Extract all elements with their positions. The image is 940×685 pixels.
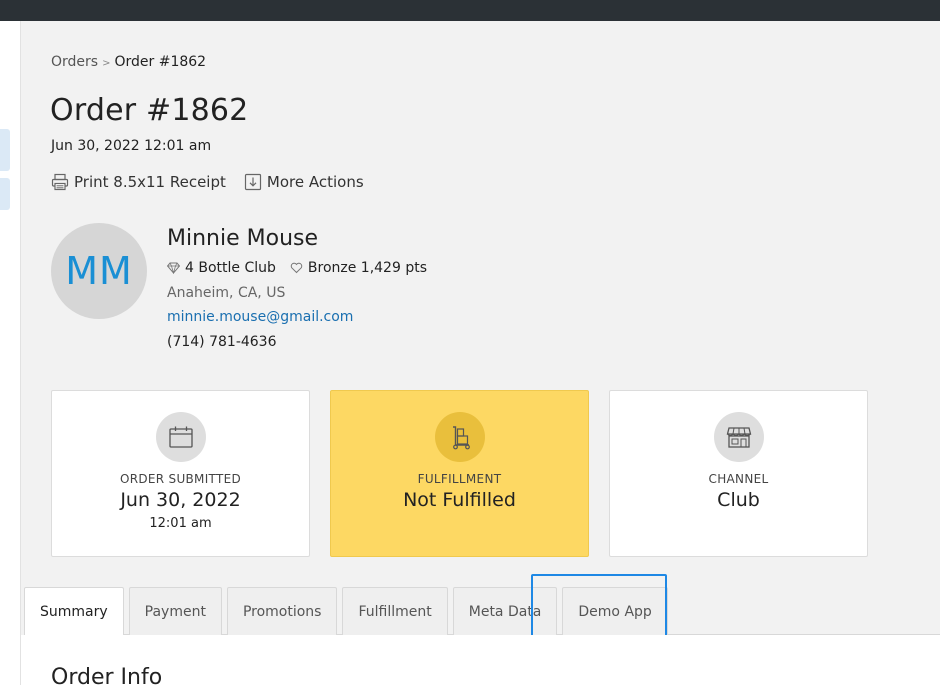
tab-payment[interactable]: Payment	[128, 587, 222, 635]
channel-card: CHANNEL Club	[609, 390, 868, 557]
fulfillment-label: FULFILLMENT	[417, 472, 502, 486]
fulfillment-status: Not Fulfilled	[403, 489, 516, 511]
calendar-icon	[168, 426, 193, 448]
channel-value: Club	[717, 489, 760, 511]
tab-summary[interactable]: Summary	[24, 587, 124, 636]
tab-content-panel: Order Info	[21, 635, 940, 685]
hand-truck-icon	[452, 426, 470, 450]
order-submitted-date: Jun 30, 2022	[120, 489, 241, 511]
order-info-heading: Order Info	[51, 665, 163, 685]
channel-label: CHANNEL	[708, 472, 769, 486]
loyalty-points: Bronze 1,429 pts	[307, 260, 427, 276]
heart-icon	[290, 262, 303, 274]
print-receipt-button[interactable]: Print 8.5x11 Receipt	[51, 173, 226, 191]
breadcrumb-current: Order #1862	[114, 54, 207, 70]
more-actions-label: More Actions	[266, 173, 364, 191]
printer-icon	[51, 173, 69, 191]
tab-demo-app[interactable]: Demo App	[562, 587, 668, 635]
storefront-icon	[726, 427, 751, 448]
order-submitted-card: ORDER SUBMITTED Jun 30, 2022 12:01 am	[51, 390, 310, 557]
top-navigation-bar	[0, 0, 940, 21]
print-receipt-label: Print 8.5x11 Receipt	[74, 173, 226, 191]
hand-truck-icon-circle	[434, 412, 485, 462]
club-membership: 4 Bottle Club	[167, 260, 276, 276]
customer-meta: 4 Bottle Club Bronze 1,429 pts	[167, 260, 427, 276]
left-sidebar	[0, 21, 21, 685]
customer-name[interactable]: Minnie Mouse	[167, 226, 318, 251]
order-submitted-label: ORDER SUBMITTED	[119, 472, 242, 486]
storefront-icon-circle	[713, 412, 764, 462]
customer-location: Anaheim, CA, US	[167, 285, 286, 301]
fulfillment-card: FULFILLMENT Not Fulfilled	[330, 390, 589, 557]
club-name: 4 Bottle Club	[185, 260, 276, 276]
sidebar-tab[interactable]	[0, 129, 10, 171]
page-title: Order #1862	[50, 93, 249, 128]
loyalty-status: Bronze 1,429 pts	[290, 260, 427, 276]
order-tabs: Summary Payment Promotions Fulfillment M…	[24, 587, 673, 636]
download-arrow-icon	[244, 173, 261, 191]
order-date: Jun 30, 2022 12:01 am	[51, 138, 212, 154]
diamond-icon	[167, 262, 180, 274]
tab-promotions[interactable]: Promotions	[226, 587, 338, 635]
calendar-icon-circle	[155, 412, 206, 462]
order-actions: Print 8.5x11 Receipt More Actions	[51, 173, 364, 191]
customer-phone: (714) 781-4636	[167, 334, 277, 350]
tab-meta-data[interactable]: Meta Data	[452, 587, 558, 635]
order-submitted-time: 12:01 am	[149, 516, 212, 531]
customer-email-link[interactable]: minnie.mouse@gmail.com	[167, 309, 353, 325]
breadcrumb-orders-link[interactable]: Orders	[51, 54, 98, 70]
tab-fulfillment[interactable]: Fulfillment	[342, 587, 448, 635]
sidebar-tab[interactable]	[0, 178, 10, 210]
avatar: MM	[51, 223, 147, 319]
breadcrumb: Orders > Order #1862	[51, 54, 206, 70]
breadcrumb-separator: >	[102, 58, 111, 69]
more-actions-button[interactable]: More Actions	[244, 173, 364, 191]
